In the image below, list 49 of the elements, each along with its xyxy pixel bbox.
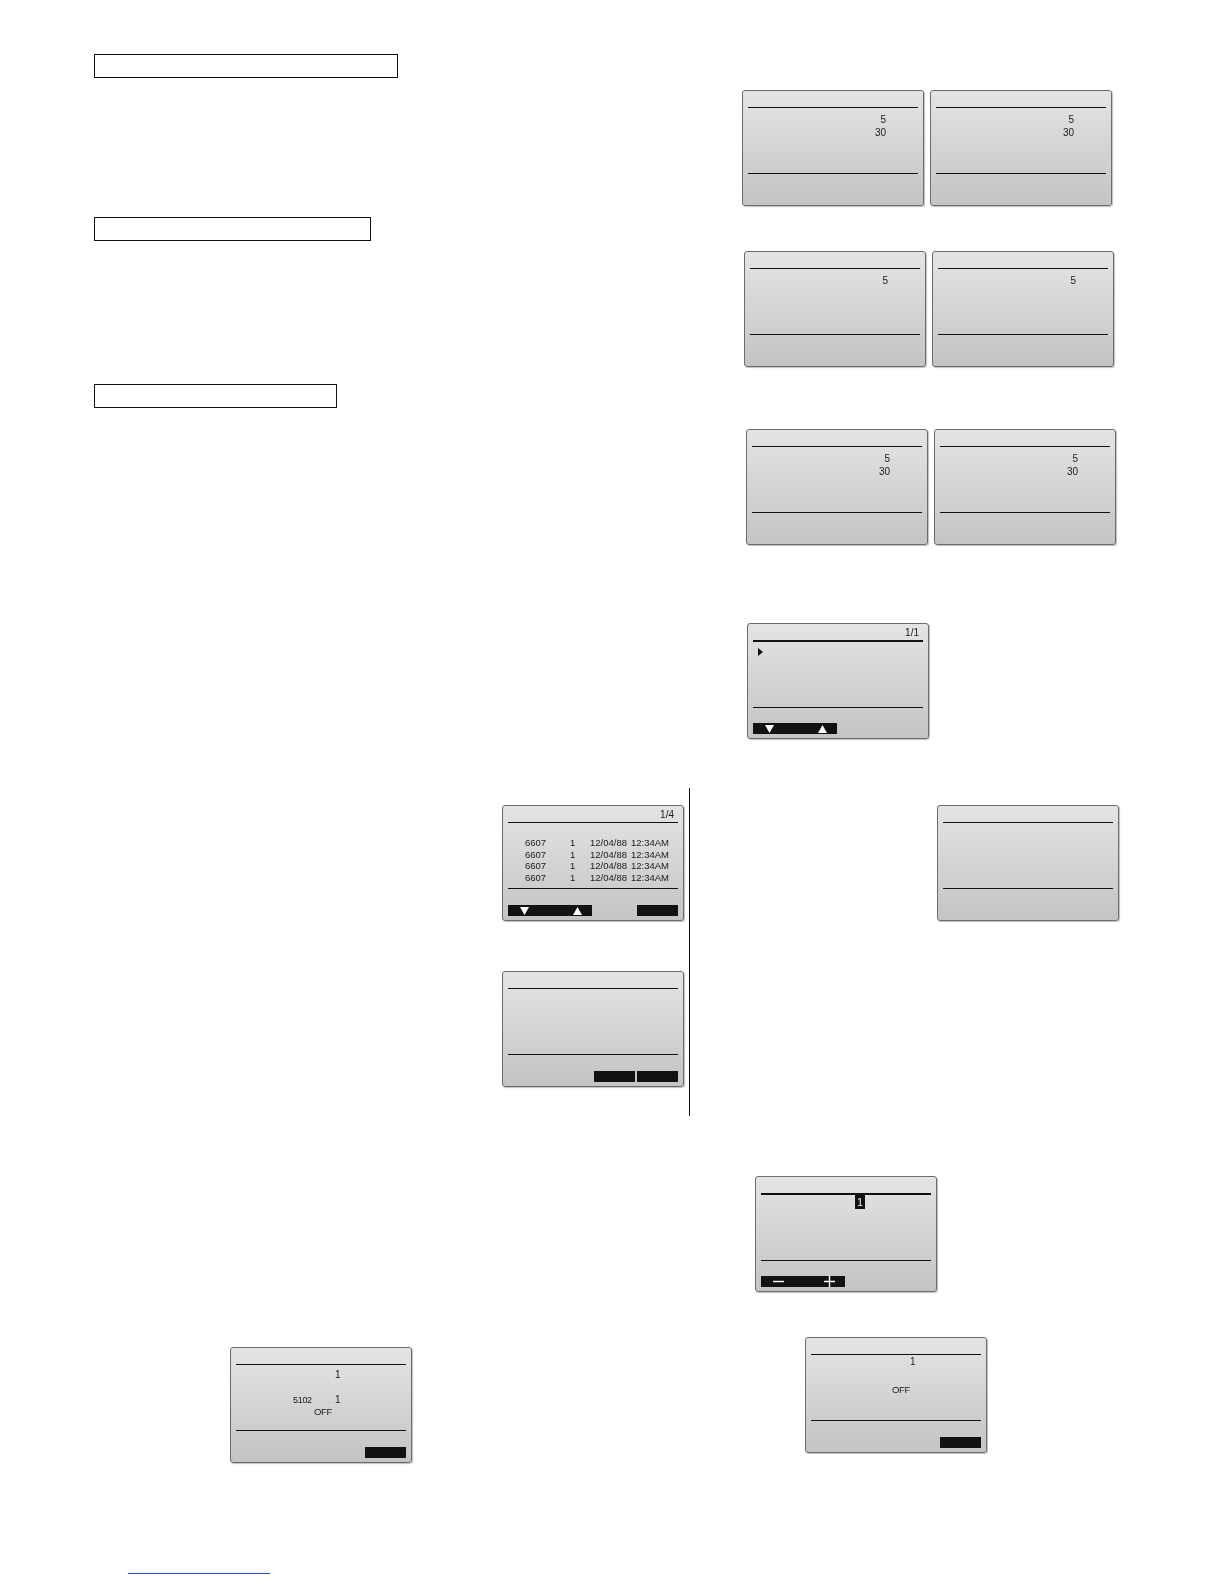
error-time: 12:34AM xyxy=(631,837,671,849)
error-time: 12:34AM xyxy=(631,848,671,860)
setting-value: 30 xyxy=(1062,126,1074,139)
error-code: 6607 xyxy=(525,860,548,872)
error-code: 6607 xyxy=(525,837,548,849)
error-date: 12/04/88 xyxy=(590,871,628,883)
setting-value: 5 xyxy=(882,274,888,287)
state-value: OFF xyxy=(314,1406,332,1417)
error-time: 12:34AM xyxy=(631,871,671,883)
plus-icon xyxy=(824,1276,835,1287)
error-code: 6607 xyxy=(525,871,548,883)
softkey-button[interactable] xyxy=(637,905,678,916)
softkey-button[interactable] xyxy=(594,1071,635,1082)
down-triangle-icon xyxy=(520,906,529,915)
error-time: 12:34AM xyxy=(631,860,671,872)
error-date: 12/04/88 xyxy=(590,837,628,849)
setting-value: 5 xyxy=(884,452,890,465)
state-value: OFF xyxy=(892,1384,910,1395)
error-date: 12/04/88 xyxy=(590,848,628,860)
error-code: 6607 xyxy=(525,848,548,860)
softkey-button[interactable] xyxy=(940,1437,981,1448)
softkey-button[interactable] xyxy=(365,1447,406,1458)
unit-number: 1 xyxy=(335,1394,341,1406)
setting-value: 30 xyxy=(1066,465,1078,478)
up-triangle-icon xyxy=(573,906,582,915)
setting-value: 5 xyxy=(1070,274,1076,287)
unit-number: 1 xyxy=(570,871,577,883)
page-indicator: 1/4 xyxy=(660,809,674,822)
scroll-softkey[interactable] xyxy=(508,905,592,916)
page-indicator: 1/1 xyxy=(905,627,919,640)
down-triangle-icon xyxy=(765,724,774,733)
unit-number: 1 xyxy=(570,837,577,849)
error-code: 5102 xyxy=(293,1394,313,1406)
scroll-softkey[interactable] xyxy=(753,723,837,734)
unit-number: 1 xyxy=(335,1369,341,1380)
adjust-softkey[interactable] xyxy=(761,1276,845,1287)
unit-number: 1 xyxy=(570,860,577,872)
up-triangle-icon xyxy=(818,724,827,733)
setting-value: 30 xyxy=(878,465,890,478)
setting-value: 5 xyxy=(1072,452,1078,465)
value-field[interactable]: 1 xyxy=(855,1195,866,1209)
setting-value: 30 xyxy=(874,126,886,139)
cursor-triangle-icon xyxy=(758,648,763,656)
setting-value: 5 xyxy=(1068,113,1074,126)
unit-number: 1 xyxy=(910,1356,916,1367)
setting-value: 5 xyxy=(880,113,886,126)
unit-number: 1 xyxy=(570,848,577,860)
error-date: 12/04/88 xyxy=(590,860,628,872)
softkey-button[interactable] xyxy=(637,1071,678,1082)
